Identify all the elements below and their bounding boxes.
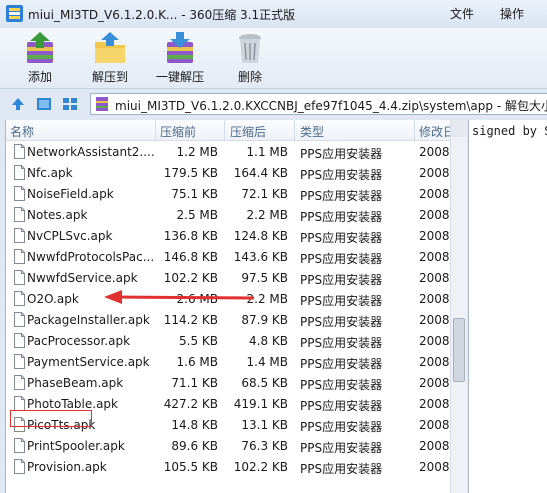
small-icon-view-icon[interactable]	[62, 96, 78, 112]
path-text: miui_MI3TD_V6.1.2.0.KXCCNBJ_efe97f1045_4…	[115, 99, 547, 113]
delete-button[interactable]: 删除	[230, 30, 270, 86]
add-archive-icon	[27, 32, 53, 63]
window-title: miui_MI3TD_V6.1.2.0.K... - 360压缩 3.1正式版	[28, 8, 296, 22]
menu-operation[interactable]: 操作	[500, 5, 524, 22]
title-bar: miui_MI3TD_V6.1.2.0.K... - 360压缩 3.1正式版 …	[0, 0, 547, 28]
extract-to-button[interactable]: 解压到	[88, 30, 132, 86]
one-click-extract-icon	[167, 32, 193, 63]
red-arrow-annotation	[104, 290, 255, 304]
scroll-thumb[interactable]	[453, 318, 465, 382]
extract-to-label: 解压到	[91, 70, 128, 84]
app-logo-icon	[6, 5, 23, 22]
folder-extract-icon	[95, 32, 125, 63]
one-click-extract-label: 一键解压	[155, 70, 204, 84]
archive-icon	[96, 97, 108, 111]
delete-label: 删除	[237, 70, 262, 84]
vertical-scrollbar[interactable]	[450, 120, 468, 493]
scroll-up-button[interactable]	[451, 120, 468, 137]
toolbar: 添加 解压到 一键解压 删除	[0, 28, 547, 88]
one-click-extract-button[interactable]: 一键解压	[152, 30, 208, 86]
path-field[interactable]: miui_MI3TD_V6.1.2.0.KXCCNBJ_efe97f1045_4…	[90, 93, 547, 115]
add-button[interactable]: 添加	[18, 30, 62, 86]
preview-pane: signed by S	[468, 120, 547, 493]
file-list: 名称 压缩前 压缩后 类型 修改日 NetworkAssistant2.... 1…	[5, 120, 452, 493]
address-bar: miui_MI3TD_V6.1.2.0.KXCCNBJ_efe97f1045_4…	[0, 88, 547, 118]
menu-file[interactable]: 文件	[450, 5, 474, 22]
large-icon-view-icon[interactable]	[36, 96, 52, 112]
trash-icon	[239, 34, 261, 63]
preview-text: signed by S	[472, 124, 547, 138]
add-label: 添加	[27, 70, 52, 84]
up-arrow-icon[interactable]	[10, 96, 26, 112]
